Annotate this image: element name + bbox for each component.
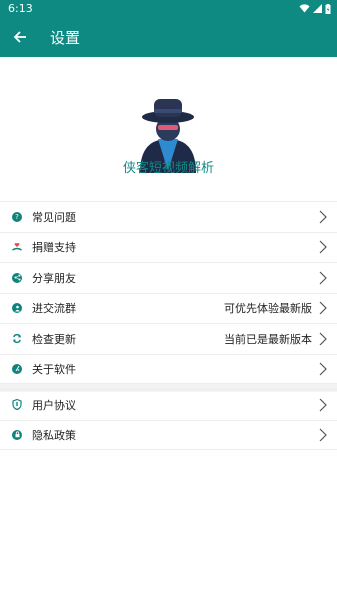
back-button[interactable]: [0, 17, 40, 57]
legal-list: 用户协议 隐私政策: [0, 389, 337, 450]
chevron-right-icon: [319, 332, 327, 346]
menu-item-faq[interactable]: ? 常见问题: [0, 201, 337, 232]
question-icon: ?: [12, 211, 22, 222]
menu-item-about[interactable]: 关于软件: [0, 353, 337, 384]
page-title: 设置: [50, 28, 81, 47]
privacy-icon: [12, 429, 22, 440]
share-icon: [12, 272, 22, 283]
app-header: 侠客短视频解析: [0, 57, 337, 197]
chevron-right-icon: [319, 240, 327, 254]
battery-icon: [325, 3, 331, 14]
chevron-right-icon: [319, 301, 327, 315]
update-status: 当前已是最新版本: [224, 332, 312, 346]
chevron-right-icon: [319, 210, 327, 224]
app-name: 侠客短视频解析: [122, 161, 214, 176]
status-time: 6:13: [8, 2, 33, 15]
chevron-right-icon: [319, 428, 327, 442]
signal-icon: [313, 4, 322, 13]
chevron-right-icon: [319, 398, 327, 412]
group-icon: [12, 303, 22, 314]
toolbar: 设置: [0, 17, 337, 57]
info-icon: [12, 363, 22, 374]
group-hint: 可优先体验最新版: [224, 302, 312, 316]
wifi-icon: [299, 4, 310, 13]
menu-item-share[interactable]: 分享朋友: [0, 262, 337, 293]
menu-item-privacy[interactable]: 隐私政策: [0, 419, 337, 450]
status-icons: [299, 3, 331, 14]
shield-icon: [12, 399, 22, 411]
menu-item-user-agreement[interactable]: 用户协议: [0, 389, 337, 420]
donate-icon: [12, 242, 22, 252]
arrow-left-icon: [13, 31, 26, 43]
menu-item-group[interactable]: 进交流群 可优先体验最新版: [0, 292, 337, 324]
menu-item-donate[interactable]: 捐赠支持: [0, 231, 337, 263]
menu-item-update[interactable]: 检查更新 当前已是最新版本: [0, 323, 337, 354]
chevron-right-icon: [319, 271, 327, 285]
status-bar: 6:13: [0, 0, 337, 17]
settings-list: ? 常见问题 捐赠支持 分享朋友 进交流群 可优先体验最新版 检查更新 当前已是…: [0, 201, 337, 384]
refresh-icon: [12, 334, 22, 344]
chevron-right-icon: [319, 362, 327, 376]
